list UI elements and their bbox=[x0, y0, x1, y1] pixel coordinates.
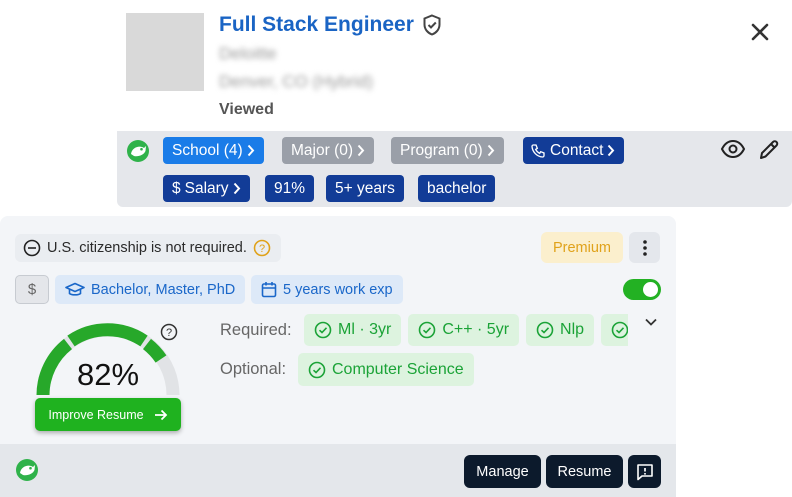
required-skill-chip-overflow bbox=[601, 314, 628, 346]
graduation-cap-icon bbox=[65, 282, 85, 296]
phone-icon bbox=[531, 143, 545, 158]
experience-tag: 5+ years bbox=[326, 175, 404, 202]
improve-resume-button[interactable]: Improve Resume bbox=[35, 398, 181, 431]
salary-tag-label: Salary bbox=[184, 179, 229, 197]
education-chip-label: Bachelor, Master, PhD bbox=[91, 281, 236, 298]
required-skill-chip: C++ · 5yr bbox=[408, 314, 520, 346]
help-circle-icon[interactable]: ? bbox=[253, 239, 271, 257]
citizenship-text: U.S. citizenship is not required. bbox=[47, 240, 247, 256]
match-tag: 91% bbox=[265, 175, 315, 202]
company-logo-placeholder bbox=[126, 13, 204, 91]
check-circle-icon bbox=[536, 321, 554, 339]
gauge-segment bbox=[67, 323, 148, 347]
chevron-right-icon bbox=[247, 144, 255, 157]
contact-tag-label: Contact bbox=[550, 141, 604, 159]
school-tag-label: School (4) bbox=[172, 141, 243, 159]
check-circle-icon bbox=[419, 321, 436, 339]
program-tag-label: Program (0) bbox=[400, 141, 483, 159]
pencil-icon[interactable] bbox=[757, 138, 781, 162]
required-label: Required: bbox=[220, 321, 292, 339]
minus-circle-icon bbox=[23, 239, 41, 257]
company-name: Deloitte bbox=[219, 44, 277, 63]
school-tag[interactable]: School (4) bbox=[163, 137, 264, 164]
program-tag[interactable]: Program (0) bbox=[391, 137, 504, 164]
close-icon[interactable] bbox=[748, 20, 772, 44]
dollar-icon: $ bbox=[172, 179, 181, 197]
required-skills: Ml · 3yr C++ · 5yr Nlp bbox=[304, 314, 628, 348]
check-circle-icon bbox=[308, 361, 326, 378]
more-options-button[interactable] bbox=[629, 232, 660, 263]
required-skills-row: Ml · 3yr C++ · 5yr Nlp bbox=[304, 314, 628, 348]
optional-label: Optional: bbox=[220, 360, 287, 378]
feedback-button[interactable] bbox=[628, 455, 661, 488]
job-title[interactable]: Full Stack Engineer bbox=[219, 13, 442, 37]
viewed-status: Viewed bbox=[219, 101, 274, 118]
major-tag[interactable]: Major (0) bbox=[282, 137, 375, 164]
arrow-right-icon bbox=[154, 409, 167, 420]
optional-skill-label: Computer Science bbox=[332, 360, 464, 378]
resume-button[interactable]: Resume bbox=[546, 455, 623, 488]
improve-resume-label: Improve Resume bbox=[48, 407, 144, 422]
job-location: Denver, CO (Hybrid) bbox=[219, 72, 373, 91]
chevron-down-icon[interactable] bbox=[644, 317, 658, 327]
tag-bar: School (4) Major (0) Program (0) Contact… bbox=[117, 131, 792, 207]
required-skill-chip: Nlp bbox=[526, 314, 595, 346]
contact-tag[interactable]: Contact bbox=[523, 137, 625, 164]
required-skill-label: Nlp bbox=[560, 321, 585, 338]
work-exp-chip: 5 years work exp bbox=[251, 275, 403, 304]
check-circle-icon bbox=[611, 321, 628, 339]
more-vertical-icon bbox=[642, 239, 647, 256]
eye-icon[interactable] bbox=[720, 139, 746, 159]
brand-logo-icon bbox=[127, 140, 149, 162]
toggle-knob bbox=[643, 282, 658, 297]
match-toggle[interactable] bbox=[623, 279, 661, 300]
required-skill-chip: Ml · 3yr bbox=[304, 314, 402, 346]
optional-skill-chip: Computer Science bbox=[298, 353, 474, 386]
citizenship-notice: U.S. citizenship is not required. ? bbox=[15, 234, 281, 262]
svg-text:?: ? bbox=[259, 243, 265, 255]
chevron-right-icon bbox=[608, 144, 615, 157]
required-skill-label: C++ · 5yr bbox=[442, 321, 510, 338]
chevron-right-icon bbox=[233, 182, 240, 195]
required-skill-label: Ml · 3yr bbox=[338, 321, 392, 338]
salary-tag[interactable]: $ Salary bbox=[163, 175, 250, 202]
shield-check-icon bbox=[423, 14, 441, 36]
calendar-icon bbox=[261, 282, 277, 298]
salary-chip: $ bbox=[15, 275, 49, 304]
chevron-right-icon bbox=[357, 144, 365, 157]
chevron-right-icon bbox=[487, 144, 495, 157]
premium-button[interactable]: Premium bbox=[541, 232, 623, 263]
major-tag-label: Major (0) bbox=[291, 141, 354, 159]
work-exp-chip-label: 5 years work exp bbox=[283, 281, 393, 298]
message-alert-icon bbox=[636, 463, 653, 480]
job-title-text[interactable]: Full Stack Engineer bbox=[219, 13, 414, 37]
degree-tag: bachelor bbox=[418, 175, 496, 202]
check-circle-icon bbox=[314, 321, 332, 339]
manage-button[interactable]: Manage bbox=[464, 455, 541, 488]
match-percent: 82% bbox=[76, 357, 140, 392]
brand-logo-icon bbox=[16, 459, 38, 481]
education-chip: Bachelor, Master, PhD bbox=[55, 275, 246, 304]
